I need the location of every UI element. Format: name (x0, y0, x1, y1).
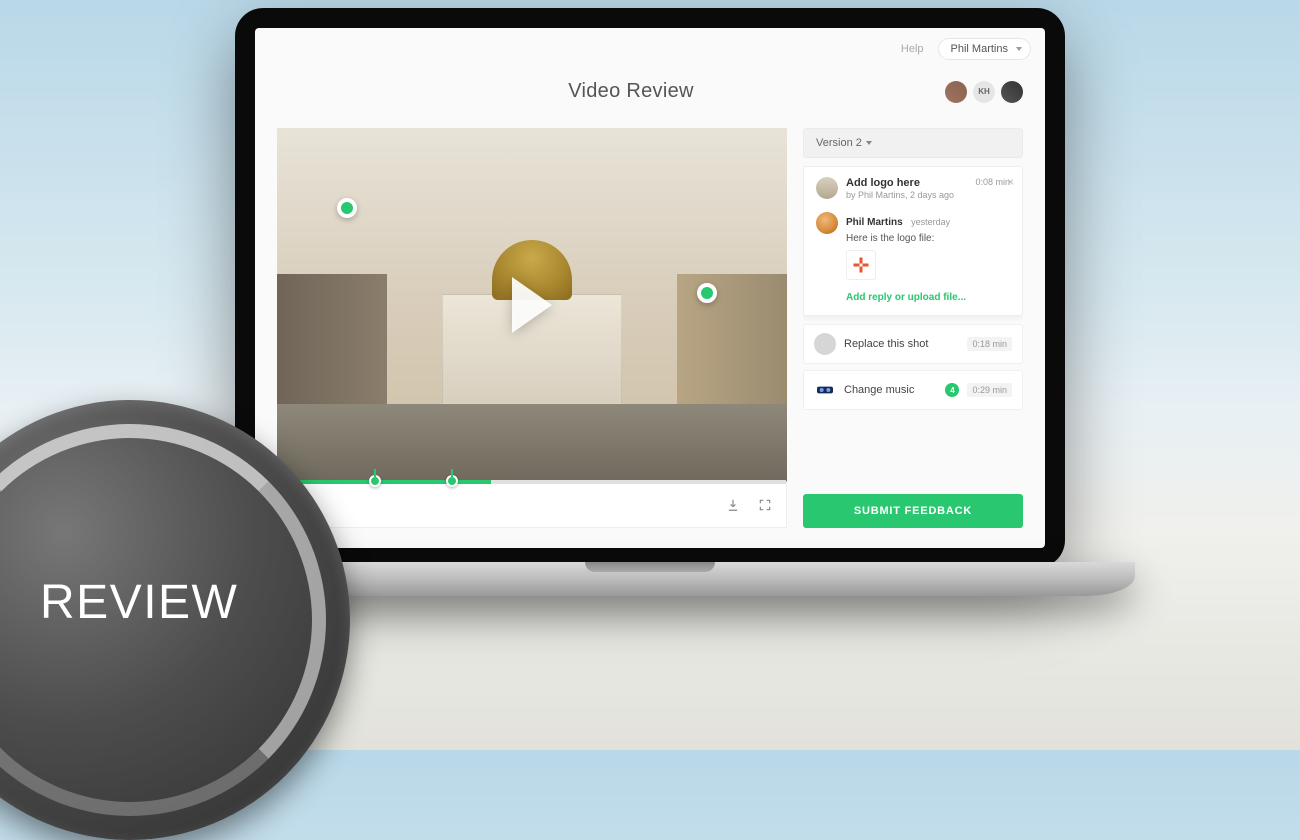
comment-title: Add logo here (846, 177, 967, 189)
play-button[interactable] (512, 277, 552, 333)
comment-thumbnail (814, 379, 836, 401)
submit-feedback-button[interactable]: SUBMIT FEEDBACK (803, 494, 1023, 528)
main-content: Version 2 × Add logo here by Phil Martin… (277, 128, 1023, 528)
laptop-frame: Help Phil Martins Video Review KH (235, 8, 1065, 568)
add-reply-link[interactable]: Add reply or upload file... (846, 292, 1010, 303)
video-section (277, 128, 787, 528)
page-title: Video Review (317, 80, 945, 103)
collaborator-avatar[interactable] (945, 81, 967, 103)
timeline[interactable] (278, 480, 786, 484)
attachment-thumbnail[interactable] (846, 250, 876, 280)
title-row: Video Review KH (255, 80, 1045, 103)
comments-list: × Add logo here by Phil Martins, 2 days … (803, 166, 1023, 478)
avatar (816, 212, 838, 234)
comment-timestamp: 0:29 min (967, 383, 1012, 397)
download-icon[interactable] (726, 498, 740, 512)
comment-header: Add logo here by Phil Martins, 2 days ag… (816, 177, 1010, 200)
comment-timestamp: 0:18 min (967, 337, 1012, 351)
fullscreen-icon[interactable] (758, 498, 772, 512)
collaborator-avatar[interactable] (1001, 81, 1023, 103)
comment-meta: by Phil Martins, 2 days ago (846, 190, 967, 200)
comment-thumbnail (816, 177, 838, 199)
close-icon[interactable]: × (1007, 175, 1014, 189)
version-label: Version 2 (816, 137, 862, 149)
reply-count-badge: 4 (945, 383, 959, 397)
timeline-comment-marker[interactable] (369, 475, 381, 487)
reply-author: Phil Martins (846, 217, 903, 228)
comment-title: Change music (844, 384, 937, 396)
submit-row: SUBMIT FEEDBACK (803, 486, 1023, 528)
version-selector[interactable]: Version 2 (803, 128, 1023, 158)
collaborator-avatars: KH (945, 81, 1023, 103)
comments-sidebar: Version 2 × Add logo here by Phil Martin… (803, 128, 1023, 528)
comment-title: Replace this shot (844, 338, 959, 350)
comment-row[interactable]: Replace this shot 0:18 min (803, 324, 1023, 364)
reply-text: Here is the logo file: (846, 233, 950, 244)
user-menu-dropdown[interactable]: Phil Martins (938, 38, 1031, 60)
video-frame-backdrop (277, 404, 787, 482)
review-badge-text: REVIEW (40, 575, 238, 630)
app-screen: Help Phil Martins Video Review KH (255, 28, 1045, 548)
video-controls-bar (277, 482, 787, 528)
video-player[interactable] (277, 128, 787, 482)
comment-thumbnail (814, 333, 836, 355)
comment-reply: Phil Martins yesterday Here is the logo … (816, 212, 1010, 280)
help-link[interactable]: Help (901, 43, 924, 55)
comment-timestamp: 0:08 min (975, 177, 1010, 187)
comment-row[interactable]: Change music 4 0:29 min (803, 370, 1023, 410)
timeline-progress (278, 480, 491, 484)
comment-card-active: × Add logo here by Phil Martins, 2 days … (803, 166, 1023, 316)
reply-age: yesterday (911, 217, 950, 227)
video-frame-backdrop (277, 274, 387, 404)
user-name-label: Phil Martins (951, 43, 1008, 55)
video-frame-backdrop (677, 274, 787, 404)
timeline-comment-marker[interactable] (446, 475, 458, 487)
top-bar: Help Phil Martins (901, 38, 1031, 60)
annotation-marker[interactable] (337, 198, 357, 218)
annotation-marker[interactable] (697, 283, 717, 303)
collaborator-avatar[interactable]: KH (973, 81, 995, 103)
